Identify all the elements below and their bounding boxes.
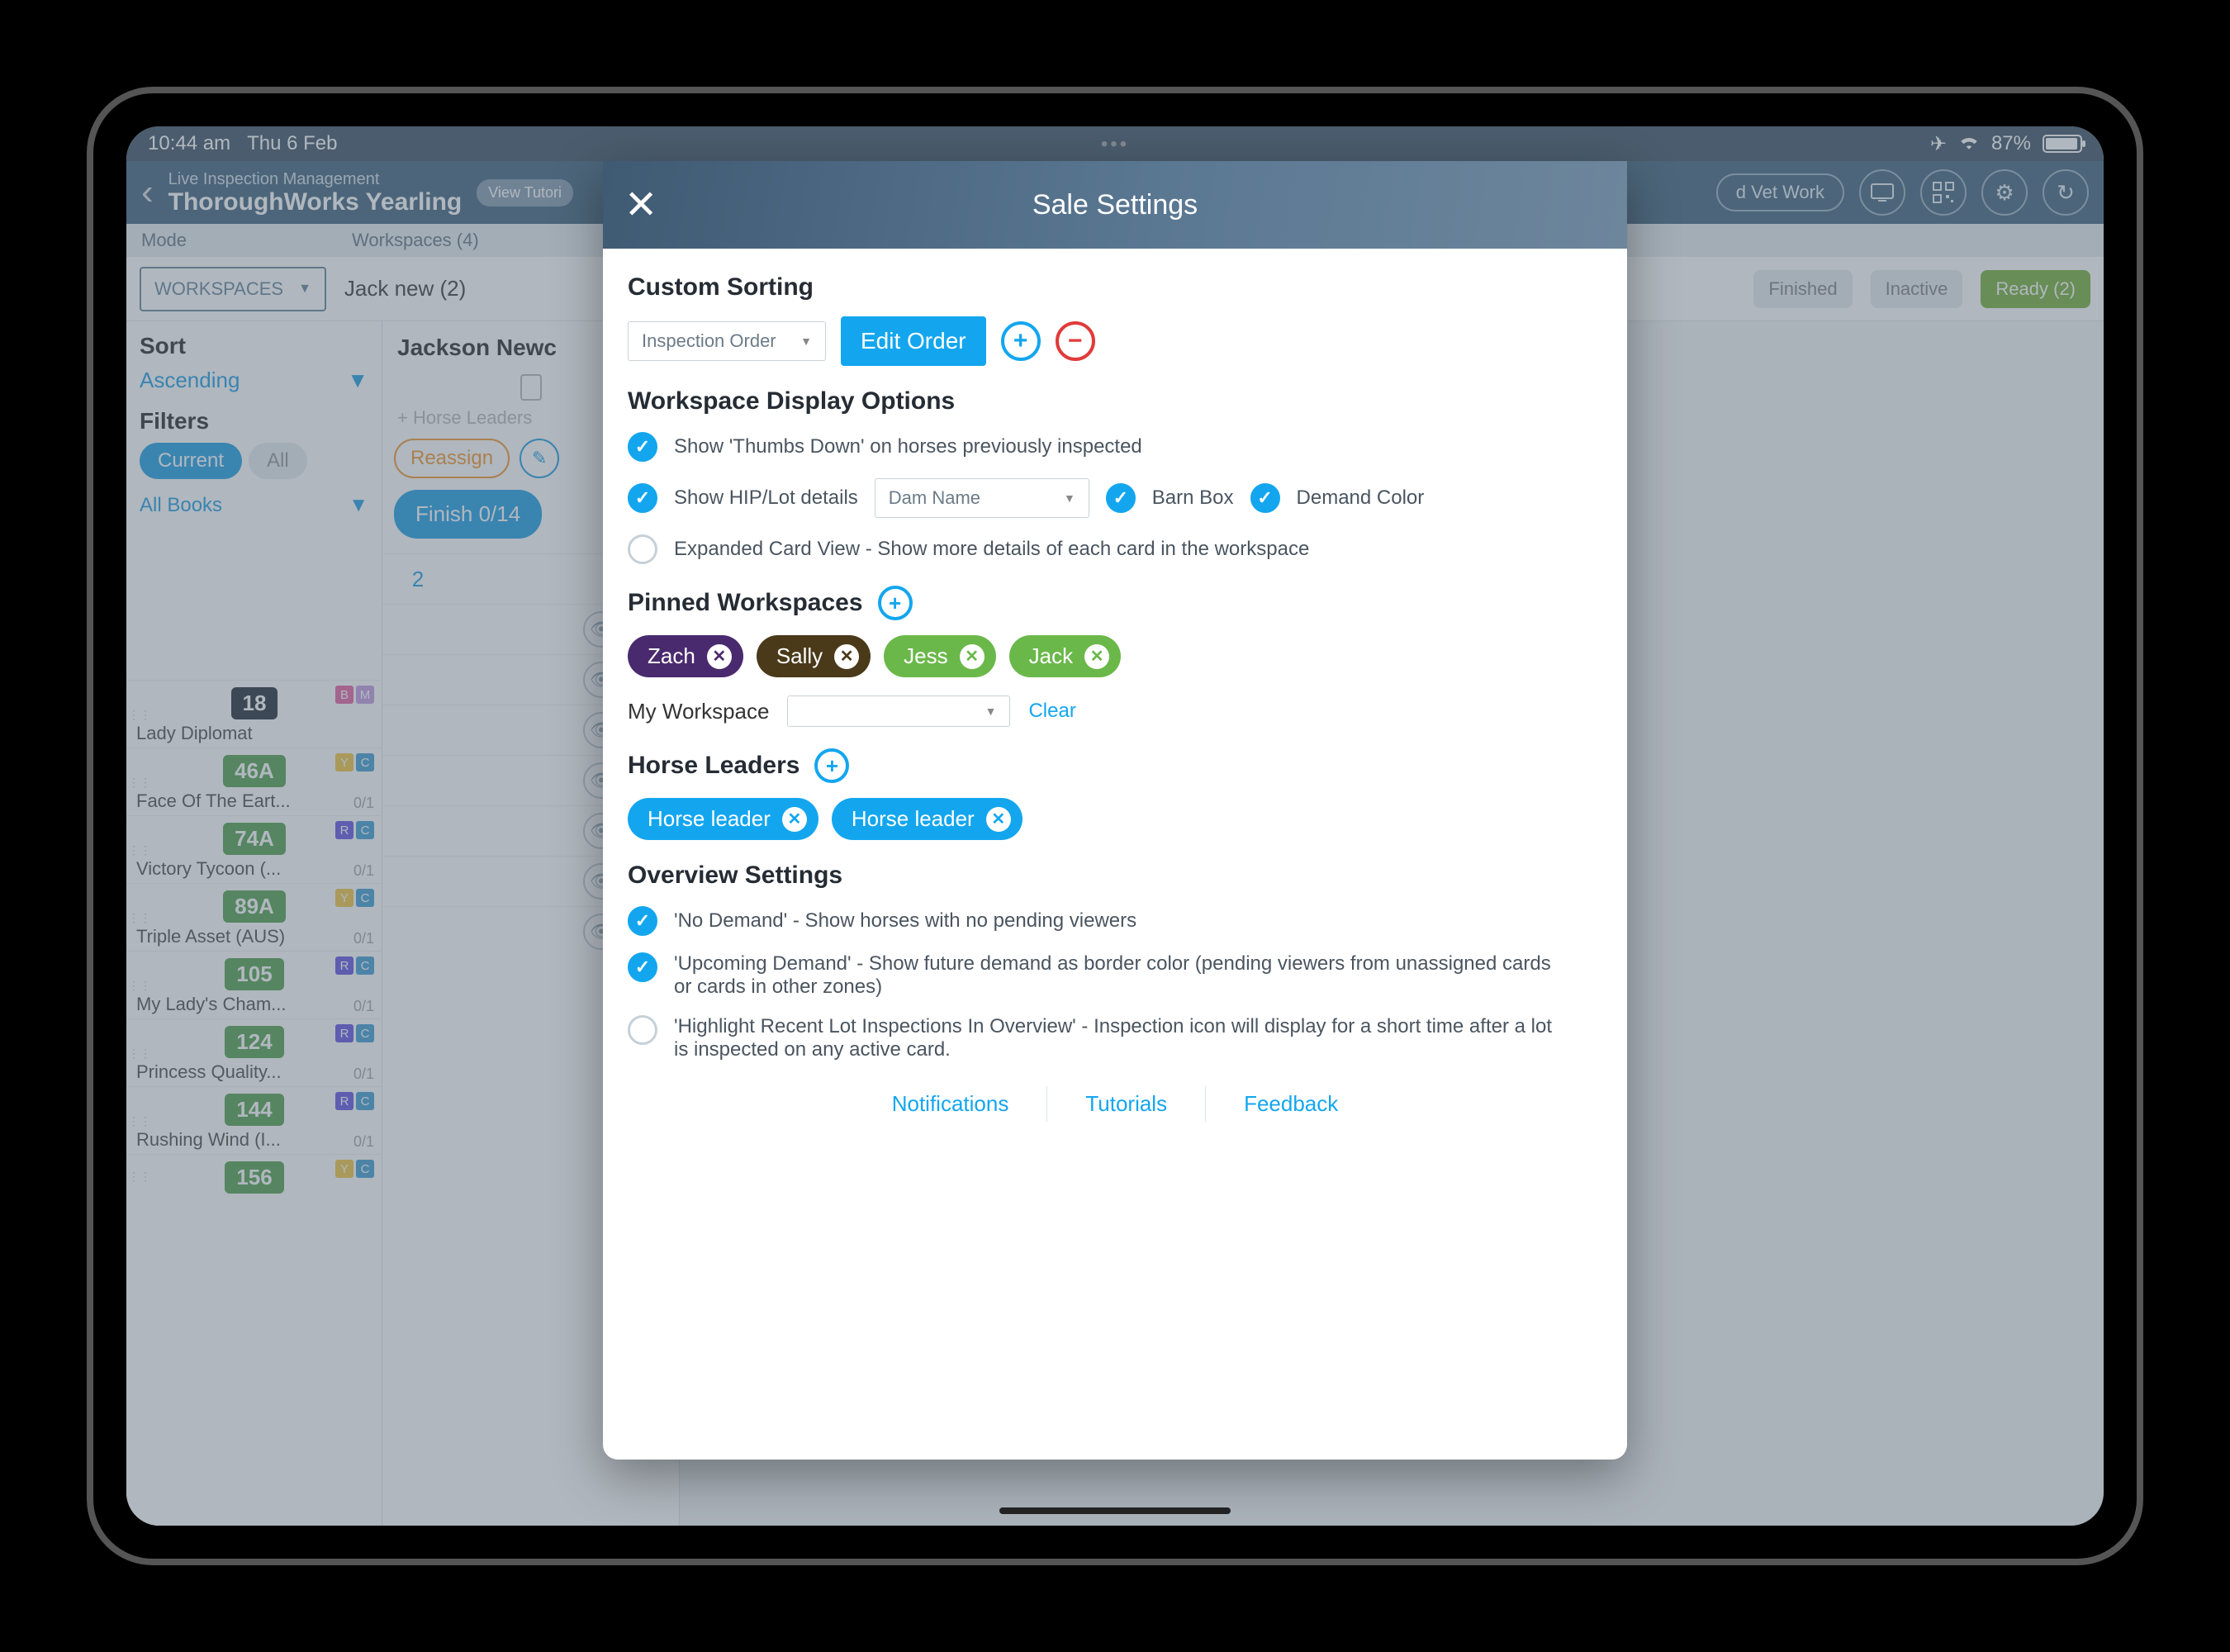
remove-pin-icon[interactable]: ✕ <box>707 644 732 669</box>
pinned-jess[interactable]: Jess✕ <box>884 635 995 677</box>
checkbox-barn-box[interactable] <box>1106 483 1136 513</box>
checkbox-highlight-recent[interactable] <box>628 1015 657 1045</box>
edit-order-button[interactable]: Edit Order <box>841 316 986 366</box>
close-icon[interactable]: ✕ <box>624 182 657 228</box>
clear-button[interactable]: Clear <box>1028 700 1075 723</box>
checkbox-expanded-view[interactable] <box>628 534 657 564</box>
remove-pin-icon[interactable]: ✕ <box>960 644 985 669</box>
section-horse-leaders: Horse Leaders <box>628 752 799 780</box>
opt-hip-label: Show HIP/Lot details <box>674 487 858 510</box>
checkbox-upcoming-demand[interactable] <box>628 952 657 982</box>
sort-dropdown[interactable]: Inspection Order▼ <box>628 321 826 361</box>
feedback-link[interactable]: Feedback <box>1206 1086 1376 1122</box>
modal-footer-links: Notifications Tutorials Feedback <box>628 1086 1602 1122</box>
remove-pin-icon[interactable]: ✕ <box>834 644 859 669</box>
my-workspace-label: My Workspace <box>628 699 769 724</box>
modal-title: Sale Settings <box>1032 189 1198 221</box>
horse-leader-2[interactable]: Horse leader✕ <box>832 798 1022 840</box>
section-pinned: Pinned Workspaces <box>628 589 863 617</box>
section-custom-sorting: Custom Sorting <box>628 273 1602 301</box>
pinned-sally[interactable]: Sally✕ <box>757 635 871 677</box>
barn-box-label: Barn Box <box>1152 487 1234 510</box>
remove-pin-icon[interactable]: ✕ <box>1084 644 1109 669</box>
checkbox-demand-color[interactable] <box>1250 483 1280 513</box>
checkbox-hip-details[interactable] <box>628 483 657 513</box>
remove-icon[interactable]: ✕ <box>782 807 807 832</box>
add-pinned-button[interactable]: + <box>878 586 913 620</box>
hip-details-dropdown[interactable]: Dam Name▼ <box>875 478 1089 518</box>
demand-color-label: Demand Color <box>1297 487 1425 510</box>
no-demand-label: 'No Demand' - Show horses with no pendin… <box>674 909 1136 933</box>
opt-thumbs-label: Show 'Thumbs Down' on horses previously … <box>674 435 1142 458</box>
highlight-recent-label: 'Highlight Recent Lot Inspections In Ove… <box>674 1015 1566 1061</box>
chevron-down-icon: ▼ <box>800 335 812 348</box>
upcoming-demand-label: 'Upcoming Demand' - Show future demand a… <box>674 952 1566 999</box>
opt-expanded-label: Expanded Card View - Show more details o… <box>674 538 1309 561</box>
remove-sort-button[interactable]: − <box>1056 321 1095 361</box>
chevron-down-icon: ▼ <box>985 705 997 718</box>
section-display-options: Workspace Display Options <box>628 387 1602 415</box>
pinned-zach[interactable]: Zach✕ <box>628 635 743 677</box>
checkbox-thumbs-down[interactable] <box>628 432 657 462</box>
add-sort-button[interactable]: + <box>1001 321 1041 361</box>
horse-leader-1[interactable]: Horse leader✕ <box>628 798 818 840</box>
notifications-link[interactable]: Notifications <box>854 1086 1048 1122</box>
chevron-down-icon: ▼ <box>1064 491 1075 505</box>
add-horse-leader-button[interactable]: + <box>814 748 849 783</box>
home-indicator[interactable] <box>999 1507 1231 1514</box>
my-workspace-dropdown[interactable]: ▼ <box>787 695 1010 727</box>
section-overview: Overview Settings <box>628 862 1602 890</box>
tutorials-link[interactable]: Tutorials <box>1047 1086 1206 1122</box>
pinned-jack[interactable]: Jack✕ <box>1009 635 1121 677</box>
checkbox-no-demand[interactable] <box>628 906 657 936</box>
remove-icon[interactable]: ✕ <box>986 807 1011 832</box>
sale-settings-modal: ✕ Sale Settings Custom Sorting Inspectio… <box>603 161 1627 1460</box>
